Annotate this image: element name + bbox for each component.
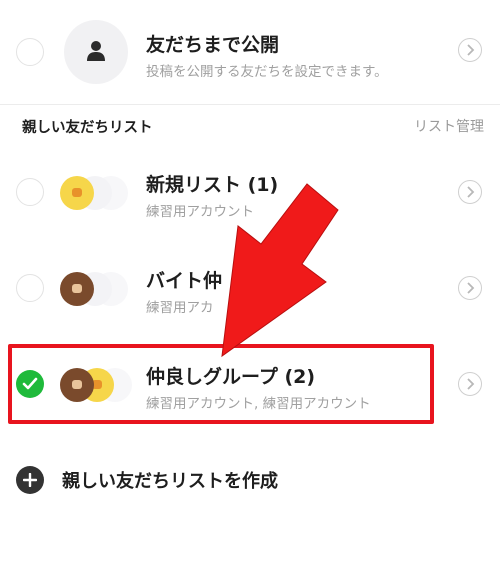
create-list-button[interactable]: 親しい友だちリストを作成 [62, 467, 278, 493]
add-icon[interactable] [16, 466, 44, 494]
